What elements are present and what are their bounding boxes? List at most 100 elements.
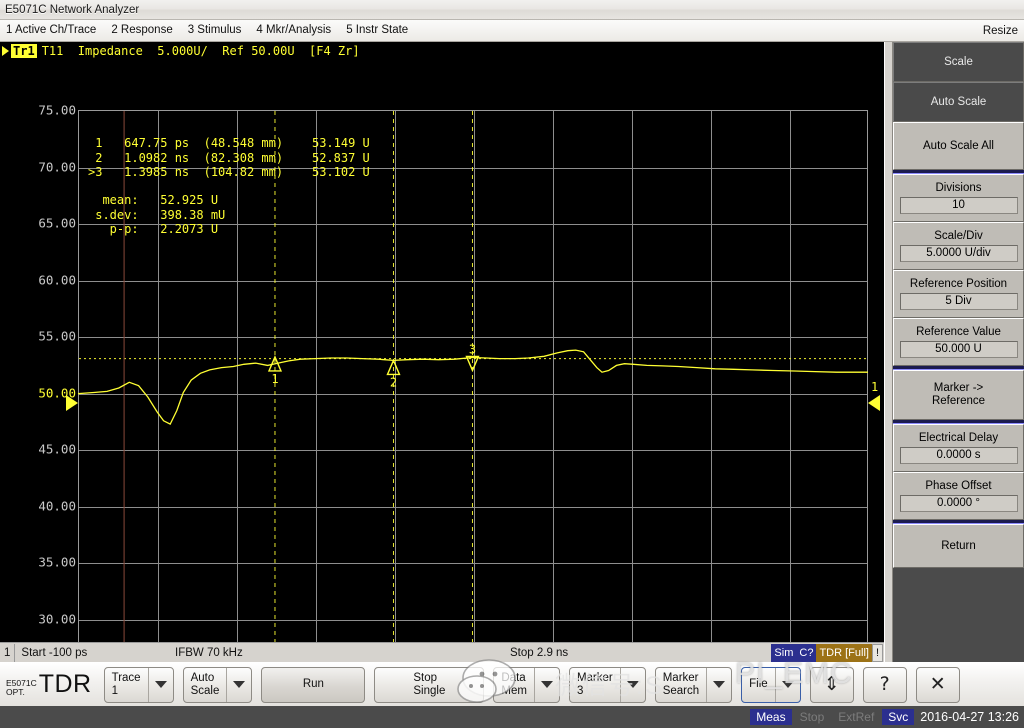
softkey-electrical-delay[interactable]: Electrical Delay 0.0000 s bbox=[893, 424, 1024, 472]
softkey-reference-value[interactable]: Reference Value 50.000 U bbox=[893, 318, 1024, 366]
toolbar-button-label: Run bbox=[302, 678, 324, 690]
softkey-value[interactable]: 10 bbox=[899, 197, 1018, 214]
softkey-label: Phase Offset bbox=[925, 480, 992, 492]
softkey-label: Auto Scale bbox=[930, 95, 987, 108]
softkey-value[interactable]: 5.0000 U/div bbox=[899, 245, 1018, 262]
toolbar-button-stop-single[interactable]: Stop Single bbox=[374, 666, 485, 703]
toolbar-button-trace[interactable]: Trace 1 bbox=[103, 666, 174, 703]
toolbar-button-file[interactable]: File bbox=[741, 666, 801, 703]
port-label-right: 1 bbox=[871, 380, 879, 394]
toolbar-button-label: File bbox=[749, 678, 768, 690]
softkey-list: Scale Auto Scale Auto Scale All Divisions 10… bbox=[893, 42, 1024, 568]
chevron-down-icon[interactable] bbox=[619, 667, 645, 702]
bottom-flag-extref[interactable]: ExtRef bbox=[832, 709, 880, 725]
menu-item-instr-state[interactable]: 5 Instr State bbox=[340, 23, 417, 38]
close-icon: ✕ bbox=[929, 673, 946, 695]
caret-glyph bbox=[154, 681, 167, 688]
caret-glyph bbox=[626, 681, 639, 688]
toolbar-button-help[interactable]: ? bbox=[862, 666, 907, 703]
window-titlebar: E5071C Network Analyzer bbox=[0, 0, 1024, 20]
menu-item-response[interactable]: 2 Response bbox=[105, 23, 181, 38]
menu-item-stimulus[interactable]: 3 Stimulus bbox=[182, 23, 251, 38]
softkey-return[interactable]: Return bbox=[893, 524, 1024, 568]
softkey-auto-scale-all[interactable]: Auto Scale All bbox=[893, 122, 1024, 170]
status-flag-tdr-full-[interactable]: TDR [Full] bbox=[816, 644, 872, 662]
softkey-label: Scale bbox=[944, 55, 973, 68]
softkey-label: Marker -> Reference bbox=[931, 382, 986, 407]
bottom-flag-svc[interactable]: Svc bbox=[882, 709, 915, 725]
brand-tdr-text: TDR bbox=[38, 670, 92, 698]
active-trace-arrow-icon bbox=[2, 46, 9, 56]
softkey-scrollbar[interactable] bbox=[884, 42, 893, 662]
trace-header-text: T11 Impedance 5.000U/ Ref 50.00U [F4 Zr] bbox=[41, 44, 360, 58]
tdr-toolbar: E5071C OPT. TDR Trace 1 Auto Scale Run Stop Si… bbox=[0, 662, 1024, 706]
marker-number-1: 1 bbox=[271, 372, 278, 386]
menu-item-active-ch-trace[interactable]: 1 Active Ch/Trace bbox=[0, 23, 105, 38]
bottom-status-bar: Meas Stop ExtRef Svc 2016-04-27 13:26 bbox=[0, 706, 1024, 728]
bottom-flag-meas[interactable]: Meas bbox=[750, 709, 792, 725]
chevron-down-icon[interactable] bbox=[533, 667, 559, 702]
caret-glyph bbox=[781, 681, 794, 688]
reference-marker-left-icon[interactable] bbox=[66, 395, 78, 411]
toolbar-button-close[interactable]: ✕ bbox=[915, 666, 960, 703]
status-flag-sim[interactable]: Sim bbox=[771, 644, 797, 662]
softkey-label: Scale/Div bbox=[934, 230, 983, 242]
system-datetime: 2016-04-27 13:26 bbox=[920, 710, 1019, 724]
menu-item-mkr-analysis[interactable]: 4 Mkr/Analysis bbox=[250, 23, 340, 38]
updown-icon: ⇕ bbox=[823, 673, 840, 695]
softkey-panel: Scale Auto Scale Auto Scale All Divisions 10… bbox=[884, 42, 1024, 662]
trace-graphics: 1 2 3 bbox=[77, 111, 868, 662]
instrument-screen: Tr1 T11 Impedance 5.000U/ Ref 50.00U [F4… bbox=[0, 42, 884, 662]
marker-number-2: 2 bbox=[390, 375, 397, 389]
plot-area[interactable]: 75.00 70.00 65.00 60.00 55.00 50.00 45.00 40.00… bbox=[0, 62, 884, 662]
softkey-value[interactable]: 50.000 U bbox=[899, 341, 1018, 358]
trace-badge[interactable]: Tr1 bbox=[11, 44, 37, 58]
menubar: 1 Active Ch/Trace 2 Response 3 Stimulus … bbox=[0, 20, 1024, 42]
toolbar-button-marker-search[interactable]: Marker Search bbox=[654, 666, 733, 703]
measurement-trace bbox=[77, 349, 868, 425]
window-title: E5071C Network Analyzer bbox=[5, 3, 140, 16]
softkey-value[interactable]: 0.0000 s bbox=[899, 447, 1018, 464]
softkey-divisions[interactable]: Divisions 10 bbox=[893, 174, 1024, 222]
toolbar-button-marker[interactable]: Marker 3 bbox=[568, 666, 646, 703]
softkey-auto-scale[interactable]: Auto Scale bbox=[893, 82, 1024, 122]
caret-glyph bbox=[713, 681, 726, 688]
chevron-down-icon[interactable] bbox=[226, 667, 251, 702]
toolbar-button-updown[interactable]: ⇕ bbox=[809, 666, 854, 703]
softkey-reference-position[interactable]: Reference Position 5 Div bbox=[893, 270, 1024, 318]
resize-button[interactable]: Resize bbox=[983, 20, 1018, 42]
toolbar-button-label: Auto Scale bbox=[190, 671, 220, 697]
toolbar-button-label: Data Mem bbox=[501, 671, 527, 697]
softkey-value[interactable]: 5 Div bbox=[899, 293, 1018, 310]
toolbar-button-label: Marker Search bbox=[662, 671, 700, 697]
softkey-label: Reference Position bbox=[909, 278, 1008, 290]
softkey-scale[interactable]: Scale bbox=[893, 42, 1024, 82]
softkey-scale-div[interactable]: Scale/Div 5.0000 U/div bbox=[893, 222, 1024, 270]
chevron-down-icon[interactable] bbox=[706, 667, 731, 702]
softkey-label: Return bbox=[941, 539, 976, 552]
caret-glyph bbox=[540, 681, 553, 688]
status-start[interactable]: Start -100 ps bbox=[15, 647, 87, 659]
status-flag--[interactable]: ! bbox=[871, 644, 883, 662]
bottom-flag-stop[interactable]: Stop bbox=[794, 709, 831, 725]
toolbar-button-auto-scale[interactable]: Auto Scale bbox=[182, 666, 253, 703]
softkey-phase-offset[interactable]: Phase Offset 0.0000 ° bbox=[893, 472, 1024, 520]
brand-opt: OPT. bbox=[6, 687, 25, 697]
reference-marker-right-icon[interactable] bbox=[868, 395, 880, 411]
status-ifbw[interactable]: IFBW 70 kHz bbox=[175, 647, 243, 659]
toolbar-button-data-mem[interactable]: Data Mem bbox=[493, 666, 560, 703]
toolbar-button-run[interactable]: Run bbox=[261, 666, 366, 703]
help-icon: ? bbox=[879, 673, 890, 695]
softkey-label: Auto Scale All bbox=[923, 139, 994, 152]
chevron-down-icon[interactable] bbox=[147, 667, 173, 702]
status-flag-c-[interactable]: C? bbox=[796, 644, 817, 662]
marker-number-3: 3 bbox=[469, 342, 476, 356]
toolbar-button-label: Marker 3 bbox=[576, 671, 613, 697]
status-stop[interactable]: Stop 2.9 ns bbox=[510, 647, 568, 659]
status-channel: 1 bbox=[0, 643, 16, 662]
softkey-label: Reference Value bbox=[916, 326, 1001, 338]
application-window: E5071C Network Analyzer 1 Active Ch/Trac… bbox=[0, 0, 1024, 728]
softkey-marker-to-reference[interactable]: Marker -> Reference bbox=[893, 370, 1024, 420]
softkey-value[interactable]: 0.0000 ° bbox=[899, 495, 1018, 512]
chevron-down-icon[interactable] bbox=[774, 667, 800, 702]
